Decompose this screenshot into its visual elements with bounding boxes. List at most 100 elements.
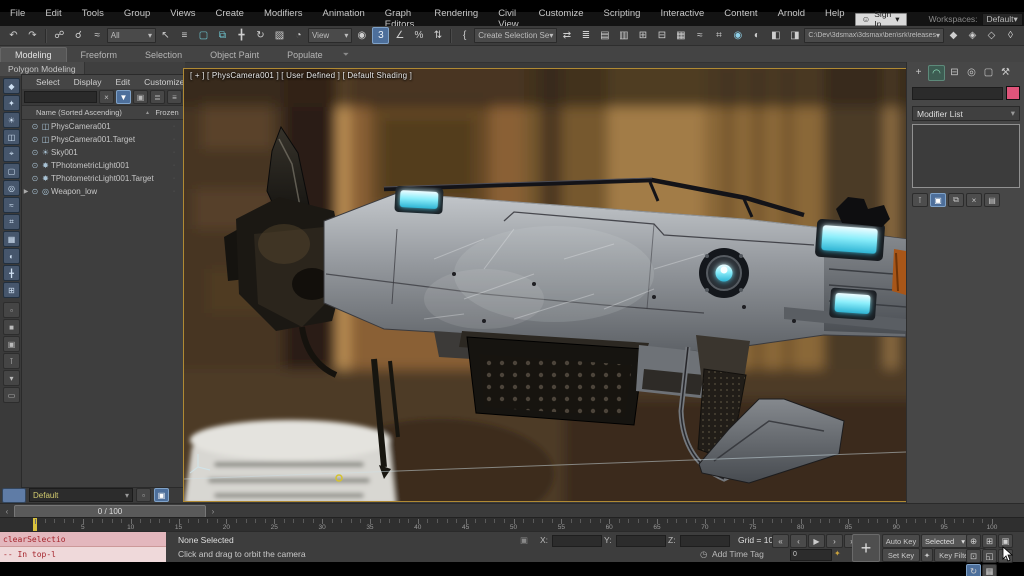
object-name[interactable]: TPhotometricLight001.Target (51, 174, 164, 183)
modifier-list-dropdown[interactable]: Modifier List ▾ (912, 106, 1020, 121)
explorer-menu-item[interactable]: Select (29, 77, 67, 87)
orbit-icon[interactable]: ↻ (966, 564, 981, 576)
object-name-input[interactable] (912, 87, 1003, 100)
maxscript-mini-listener[interactable]: clearSelectio -- In top-l (0, 532, 166, 562)
add-time-tag[interactable]: Add Time Tag (712, 549, 764, 559)
name-column-header[interactable]: Name (Sorted Ascending) (22, 108, 145, 117)
utilities-tab-icon[interactable]: ⚒ (998, 65, 1013, 79)
key-mode-toggle-icon[interactable]: ✦ (834, 549, 841, 558)
z-coordinate-field[interactable] (680, 535, 730, 547)
ribbon-tab[interactable]: Modeling (0, 47, 67, 62)
object-name[interactable]: PhysCamera001.Target (51, 135, 164, 144)
explorer-row[interactable]: ⊙ ◫ PhysCamera001.Target · (22, 133, 184, 146)
frozen-cell[interactable]: · (164, 123, 184, 130)
filter-spacewarps-icon[interactable]: ▢ (3, 163, 20, 179)
render-production-icon[interactable]: ◆ (945, 27, 962, 44)
filter-icon[interactable]: ▼ (116, 90, 131, 104)
next-frame-arrow[interactable]: › (206, 507, 220, 516)
curve-editor-icon[interactable]: ≈ (691, 27, 708, 44)
mirror-icon[interactable]: ⇄ (558, 27, 575, 44)
isolate-toggle-button[interactable] (2, 488, 26, 503)
window-crossing-icon[interactable]: ⧉ (214, 27, 231, 44)
selection-lock-icon[interactable]: ▣ (520, 535, 528, 546)
edit-named-selection-icon[interactable]: { (456, 27, 473, 44)
previous-frame-arrow[interactable]: ‹ (0, 507, 14, 516)
motion-tab-icon[interactable]: ◎ (964, 65, 979, 79)
select-and-link-icon[interactable]: ☍ (51, 27, 68, 44)
select-and-place-icon[interactable]: ◔ (290, 27, 307, 44)
render-iterative-icon[interactable]: ◈ (964, 27, 981, 44)
pin-stack-icon[interactable]: ⊺ (912, 193, 928, 207)
redo-icon[interactable]: ↷ (24, 27, 41, 44)
visibility-eye-icon[interactable]: ⊙ (30, 161, 40, 170)
visibility-eye-icon[interactable]: ⊙ (30, 187, 40, 196)
ribbon-tab[interactable]: Populate (273, 48, 337, 62)
explorer-row[interactable]: ▶ ⊙ ◎ Weapon_low · (22, 185, 184, 198)
frozen-column-header[interactable]: Frozen (150, 108, 184, 117)
set-key-button[interactable]: Set Key (882, 548, 920, 562)
frozen-cell[interactable]: · (164, 162, 184, 169)
filter-groups-icon[interactable]: ◎ (3, 180, 20, 196)
show-end-result-icon[interactable]: ▣ (930, 193, 946, 207)
project-path-dropdown[interactable]: C:\Dev\3dsmax\3dsmax\ben\srk\releases▾ (804, 28, 944, 43)
modifier-stack[interactable] (912, 124, 1020, 188)
render-flyout-icon[interactable]: ◨ (786, 27, 803, 44)
configure-modifier-sets-icon[interactable]: ▤ (984, 193, 1000, 207)
toggle-scene-explorer-icon[interactable]: ⊞ (634, 27, 651, 44)
make-unique-icon[interactable]: ⧉ (948, 193, 964, 207)
ribbon-tab[interactable]: Object Paint (196, 48, 273, 62)
display-tab-icon[interactable]: ▢ (981, 65, 996, 79)
create-tab-icon[interactable]: + (911, 65, 926, 79)
select-object-icon[interactable]: ↖ (157, 27, 174, 44)
selection-set-key-dropdown[interactable]: Selected▾ (921, 534, 969, 548)
rectangular-selection-region-icon[interactable]: ▢ (195, 27, 212, 44)
layer-manager-icon[interactable]: ▤ (596, 27, 613, 44)
modify-tab-icon[interactable]: ◠ (928, 65, 945, 81)
object-name[interactable]: Weapon_low (51, 187, 164, 196)
filter-geometry-icon[interactable]: ◆ (3, 78, 20, 94)
solid-icon[interactable]: ■ (3, 319, 20, 335)
ribbon-tab[interactable]: Selection (131, 48, 196, 62)
viewport-label[interactable]: [ + ] [ PhysCamera001 ] [ User Defined ]… (190, 71, 412, 80)
object-name[interactable]: PhysCamera001 (51, 122, 164, 131)
selection-filter-dropdown[interactable]: All▾ (107, 28, 156, 43)
use-pivot-center-icon[interactable]: ◉ (353, 27, 370, 44)
timeline-ruler[interactable]: 5101520253035404550556065707580859095100 (0, 517, 1024, 532)
sign-in-button[interactable]: ☺ Sign In ▾ (855, 13, 907, 26)
x-coordinate-field[interactable] (552, 535, 602, 547)
new-preset-icon[interactable]: ▫ (136, 488, 151, 502)
named-selection-set-dropdown[interactable]: Create Selection Se▾ (474, 28, 557, 43)
explorer-row[interactable]: ⊙ ☀ Sky001 · (22, 146, 184, 159)
render-setup-icon[interactable]: ◐ (748, 27, 765, 44)
filter-plus-icon[interactable]: ╋ (3, 265, 20, 281)
toggle-layer-explorer-icon[interactable]: ▥ (615, 27, 632, 44)
zoom-extents-all-icon[interactable]: ⊡ (966, 549, 981, 563)
snaps-toggle-icon[interactable]: 3 (372, 27, 389, 44)
visibility-eye-icon[interactable]: ⊙ (30, 135, 40, 144)
open-scene-explorer-icon[interactable]: ⊟ (653, 27, 670, 44)
object-name[interactable]: TPhotometricLight001 (51, 161, 164, 170)
y-coordinate-field[interactable] (616, 535, 666, 547)
select-and-rotate-icon[interactable]: ↻ (252, 27, 269, 44)
filter-helpers-icon[interactable]: ⌖ (3, 146, 20, 162)
explorer-menu-item[interactable]: Edit (109, 77, 138, 87)
percent-snap-icon[interactable]: % (410, 27, 427, 44)
play-icon[interactable]: ▶ (808, 534, 825, 548)
hierarchy-tab-icon[interactable]: ⊟ (947, 65, 962, 79)
object-name[interactable]: Sky001 (51, 148, 164, 157)
expand-icon[interactable]: ▶ (22, 188, 30, 195)
reference-coordinate-dropdown[interactable]: View▾ (308, 28, 352, 43)
explorer-search-input[interactable] (24, 91, 97, 103)
render-last-icon[interactable]: ◊ (1002, 27, 1019, 44)
preset-dropdown[interactable]: Default ▾ (29, 488, 133, 502)
spinner-snap-icon[interactable]: ⇅ (429, 27, 446, 44)
sync-selection-icon[interactable]: ≣ (150, 90, 165, 104)
perspective-viewport[interactable]: [ + ] [ PhysCamera001 ] [ User Defined ]… (183, 68, 907, 502)
select-by-name-icon[interactable]: ≡ (176, 27, 193, 44)
object-color-swatch[interactable] (1006, 86, 1020, 100)
filter-materials-icon[interactable]: ◐ (3, 248, 20, 264)
bind-to-space-warp-icon[interactable]: ≈ (89, 27, 106, 44)
set-keys-button[interactable]: ✦ (921, 548, 933, 562)
filter-shapes-icon[interactable]: ✦ (3, 95, 20, 111)
ribbon-tab[interactable]: Freeform (67, 48, 132, 62)
